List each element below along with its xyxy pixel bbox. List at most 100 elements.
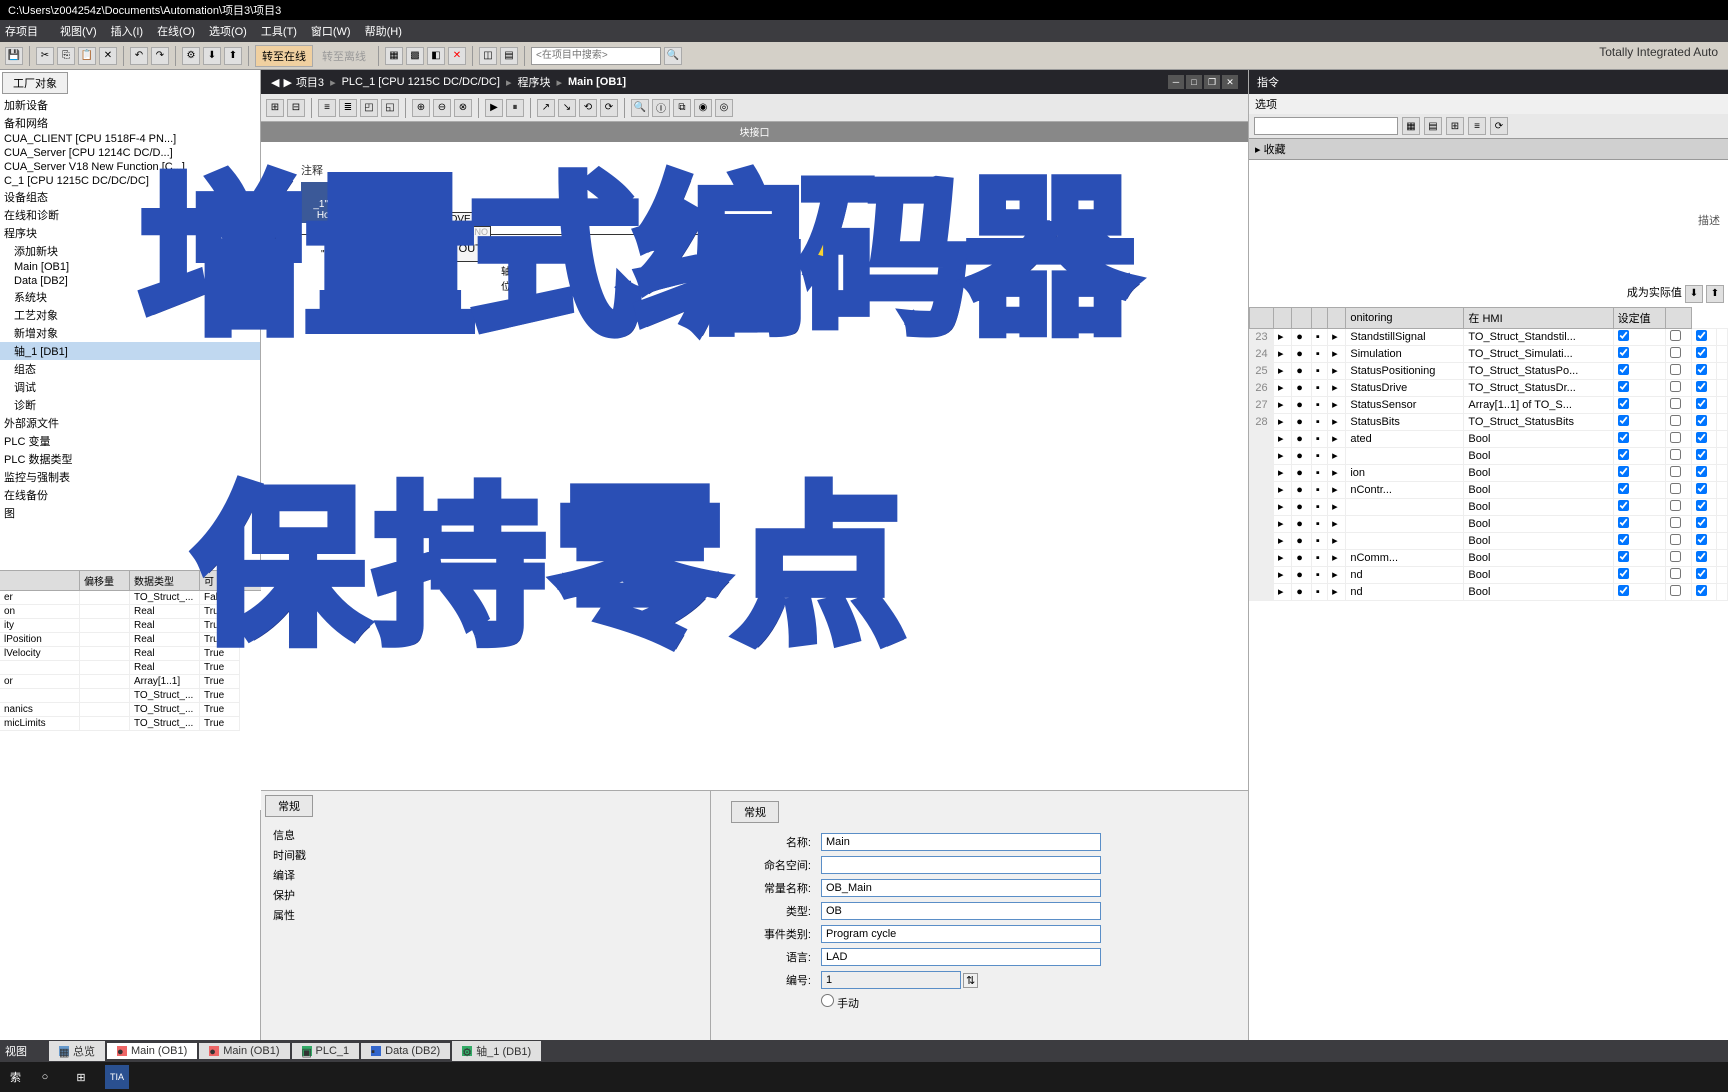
- table-row[interactable]: ▸●▪▸Bool: [1250, 532, 1728, 549]
- tree-item[interactable]: 在线备份: [0, 486, 260, 504]
- col-header[interactable]: [1666, 307, 1691, 328]
- col-header[interactable]: [1274, 307, 1292, 328]
- tree-item[interactable]: Data [DB2]: [0, 274, 260, 288]
- tree-item[interactable]: 图: [0, 504, 260, 522]
- et-icon-17[interactable]: Ⓘ: [652, 99, 670, 117]
- table-row[interactable]: lPositionRealTrue: [0, 633, 261, 647]
- undo-icon[interactable]: ↶: [130, 47, 148, 65]
- rt-icon-4[interactable]: ≡: [1468, 117, 1486, 135]
- table-row[interactable]: ▸●▪▸Bool: [1250, 447, 1728, 464]
- table-row[interactable]: TO_Struct_...True: [0, 689, 261, 703]
- et-icon-10[interactable]: ▶: [485, 99, 503, 117]
- et-icon-7[interactable]: ⊕: [412, 99, 430, 117]
- download-icon[interactable]: ⬇: [203, 47, 221, 65]
- col-header[interactable]: 在 HMI: [1464, 307, 1613, 328]
- table-row[interactable]: ▸●▪▸ionBool: [1250, 464, 1728, 481]
- tb-icon-2[interactable]: ▩: [406, 47, 424, 65]
- input-type[interactable]: [821, 902, 1101, 920]
- table-row[interactable]: ▸●▪▸nContr...Bool: [1250, 481, 1728, 498]
- num-spinner[interactable]: ⇅: [963, 973, 978, 988]
- tree-item[interactable]: 备和网络: [0, 114, 260, 132]
- menu-options[interactable]: 选项(O): [209, 23, 247, 39]
- et-icon-2[interactable]: ⊟: [287, 99, 305, 117]
- col-header[interactable]: [1250, 307, 1274, 328]
- compile-icon[interactable]: ⚙: [182, 47, 200, 65]
- table-row[interactable]: ▸●▪▸Bool: [1250, 498, 1728, 515]
- et-icon-6[interactable]: ◱: [381, 99, 399, 117]
- tia-app-icon[interactable]: TIA: [105, 1065, 129, 1089]
- tree-item[interactable]: 轴_1 [DB1]: [0, 342, 260, 360]
- col-header[interactable]: 设定值: [1613, 307, 1666, 328]
- factory-objects-tab[interactable]: 工厂对象: [2, 72, 68, 94]
- table-row[interactable]: ▸●▪▸Bool: [1250, 515, 1728, 532]
- menu-save-project[interactable]: 存项目: [5, 23, 38, 39]
- menu-view[interactable]: 视图(V): [60, 23, 97, 39]
- table-row[interactable]: ▸●▪▸atedBool: [1250, 430, 1728, 447]
- tree-item[interactable]: 监控与强制表: [0, 468, 260, 486]
- detail-table[interactable]: 偏移量 数据类型 可 erTO_Struct_...FalseonRealTru…: [0, 570, 261, 810]
- tree-item[interactable]: 设备组态: [0, 188, 260, 206]
- close-icon[interactable]: ✕: [1222, 75, 1238, 89]
- menu-tools[interactable]: 工具(T): [261, 23, 297, 39]
- table-row[interactable]: RealTrue: [0, 661, 261, 675]
- input-const[interactable]: [821, 879, 1101, 897]
- input-name[interactable]: [821, 833, 1101, 851]
- tree-item[interactable]: CUA_Server [CPU 1214C DC/D...]: [0, 146, 260, 160]
- tree-item[interactable]: PLC 数据类型: [0, 450, 260, 468]
- et-icon-11[interactable]: ⏸: [506, 99, 524, 117]
- tree-item[interactable]: 调试: [0, 378, 260, 396]
- table-row[interactable]: orArray[1..1]True: [0, 675, 261, 689]
- out-dest[interactable]: "Data". 保持性轴当前位置: [501, 237, 532, 293]
- ladder-network[interactable]: "轴_1".StatusBits. HomingDone ⊣ ⊢ MOVE EN…: [301, 182, 391, 227]
- go-online-button[interactable]: 转至在线: [255, 45, 313, 67]
- maximize-icon[interactable]: □: [1186, 75, 1202, 89]
- table-row[interactable]: 25▸●▪▸StatusPositioningTO_Struct_StatusP…: [1250, 362, 1728, 379]
- favorites-bar[interactable]: ▸ 收藏: [1249, 138, 1728, 160]
- tree-item[interactable]: CUA_Server V18 New Function [C...]: [0, 160, 260, 174]
- tb-layout-icon[interactable]: ▤: [500, 47, 518, 65]
- copy-icon[interactable]: ⎘: [57, 47, 75, 65]
- tree-item[interactable]: CUA_CLIENT [CPU 1518F-4 PN...]: [0, 132, 260, 146]
- tree-item[interactable]: PLC 变量: [0, 432, 260, 450]
- menu-window[interactable]: 窗口(W): [311, 23, 351, 39]
- et-icon-12[interactable]: ↗: [537, 99, 555, 117]
- rt-icon-2[interactable]: ▤: [1424, 117, 1442, 135]
- tree-item[interactable]: 添加新块: [0, 242, 260, 260]
- table-row[interactable]: 23▸●▪▸StandstillSignalTO_Struct_Standsti…: [1250, 328, 1728, 345]
- et-icon-20[interactable]: ◎: [715, 99, 733, 117]
- cortana-icon[interactable]: ○: [33, 1065, 57, 1089]
- tree-item[interactable]: 系统块: [0, 288, 260, 306]
- col-header[interactable]: onitoring: [1346, 307, 1464, 328]
- et-icon-3[interactable]: ≡: [318, 99, 336, 117]
- tb-stop-icon[interactable]: ✕: [448, 47, 466, 65]
- tab-main-2[interactable]: ●Main (OB1): [199, 1043, 289, 1059]
- input-namespace[interactable]: [821, 856, 1101, 874]
- props-nav-item[interactable]: 信息: [265, 825, 706, 845]
- props-nav-item[interactable]: 时间戳: [265, 845, 706, 865]
- table-row[interactable]: ▸●▪▸nComm...Bool: [1250, 549, 1728, 566]
- table-row[interactable]: micLimitsTO_Struct_...True: [0, 717, 261, 731]
- tree-item[interactable]: 在线和诊断: [0, 206, 260, 224]
- table-row[interactable]: 28▸●▪▸StatusBitsTO_Struct_StatusBits: [1250, 413, 1728, 430]
- table-row[interactable]: erTO_Struct_...False: [0, 591, 261, 605]
- tree-item[interactable]: 加新设备: [0, 96, 260, 114]
- tree-item[interactable]: C_1 [CPU 1215C DC/DC/DC]: [0, 174, 260, 188]
- props-nav-item[interactable]: 保护: [265, 885, 706, 905]
- et-icon-4[interactable]: ≣: [339, 99, 357, 117]
- props-general-tab[interactable]: 常规: [265, 795, 313, 817]
- table-row[interactable]: onRealTrue: [0, 605, 261, 619]
- taskbar-search[interactable]: 索: [10, 1069, 21, 1085]
- et-icon-15[interactable]: ⟳: [600, 99, 618, 117]
- upload-icon[interactable]: ⬆: [224, 47, 242, 65]
- contact-tag[interactable]: "轴_1".StatusBits. HomingDone: [301, 182, 391, 223]
- variable-table[interactable]: onitoring在 HMI设定值 23▸●▪▸StandstillSignal…: [1249, 307, 1728, 1041]
- restore-icon[interactable]: ❐: [1204, 75, 1220, 89]
- rt-icon-5[interactable]: ⟳: [1490, 117, 1508, 135]
- tree-item[interactable]: 诊断: [0, 396, 260, 414]
- go-offline-button[interactable]: 转至离线: [316, 46, 372, 66]
- table-row[interactable]: ▸●▪▸ndBool: [1250, 583, 1728, 600]
- et-icon-13[interactable]: ↘: [558, 99, 576, 117]
- table-row[interactable]: 26▸●▪▸StatusDriveTO_Struct_StatusDr...: [1250, 379, 1728, 396]
- move-block[interactable]: MOVE EN ENO IN ✱ OUT1: [421, 212, 491, 262]
- tb-icon-1[interactable]: ▦: [385, 47, 403, 65]
